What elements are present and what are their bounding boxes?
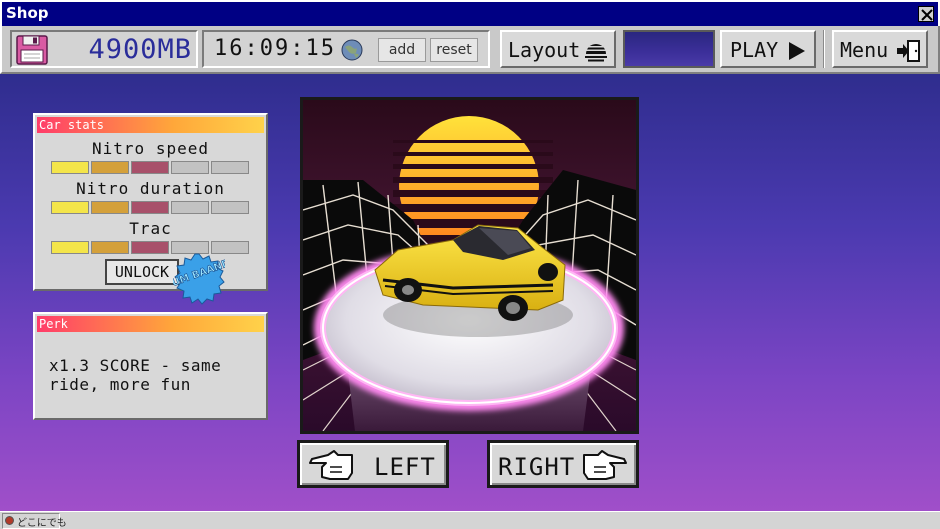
car-stats-panel: Car stats Nitro speed Nitro duration Tra…: [33, 113, 268, 305]
car-preview-scene: [303, 100, 636, 431]
menu-button[interactable]: Menu: [832, 30, 928, 68]
menu-button-label: Menu: [840, 38, 889, 62]
color-swatch[interactable]: [623, 30, 715, 68]
perk-description: x1.3 SCORE - same ride, more fun: [49, 356, 222, 394]
perk-panel: Perk x1.3 SCORE - same ride, more fun: [33, 312, 268, 420]
car-preview-viewport[interactable]: [300, 97, 639, 434]
close-icon: [921, 9, 933, 21]
stat-segment: [131, 241, 169, 254]
stat-segment: [211, 161, 249, 174]
exit-door-icon: [897, 40, 920, 62]
window-titlebar: Shop: [0, 0, 940, 26]
window-title: Shop: [6, 4, 49, 22]
stat-bar-nitro-duration: [51, 201, 251, 214]
stat-segment: [91, 201, 129, 214]
stat-label-trac: Trac: [129, 219, 172, 238]
status-text: どこにでも: [17, 518, 67, 529]
left-button-label: LEFT: [374, 453, 436, 481]
status-indicator-icon: [5, 516, 14, 525]
toolbar: 4900MB 16:09:15 add reset Layout PLAY Me…: [0, 26, 940, 74]
hand-pointing-left-icon: [309, 450, 353, 480]
layout-button[interactable]: Layout: [500, 30, 616, 68]
hand-pointing-right-icon: [583, 450, 627, 480]
clock-time: 16:09:15: [214, 36, 336, 61]
storage-display: 4900MB: [10, 30, 198, 68]
stat-segment: [91, 241, 129, 254]
stat-segment: [51, 161, 89, 174]
sticker-badge[interactable]: BUM BAAND: [173, 253, 225, 305]
right-button-label: RIGHT: [498, 453, 576, 481]
stat-segment: [171, 161, 209, 174]
floppy-disk-icon: [16, 35, 48, 65]
globe-icon: [341, 39, 363, 61]
clock-display: 16:09:15 add reset: [202, 30, 490, 68]
stat-segment: [51, 241, 89, 254]
status-bar: どこにでも: [0, 511, 940, 529]
perk-title: Perk: [37, 316, 264, 332]
sunset-icon: [585, 44, 607, 62]
toolbar-separator: [823, 30, 825, 68]
add-button[interactable]: add: [378, 38, 426, 62]
storage-value: 4900MB: [88, 34, 192, 65]
layout-button-label: Layout: [508, 38, 581, 62]
stat-segment: [211, 201, 249, 214]
reset-button[interactable]: reset: [430, 38, 478, 62]
play-button-label: PLAY: [730, 38, 779, 62]
stat-label-nitro-duration: Nitro duration: [76, 179, 225, 198]
right-button[interactable]: RIGHT: [487, 440, 639, 488]
play-icon: [789, 42, 805, 60]
stat-label-nitro-speed: Nitro speed: [92, 139, 209, 158]
left-button[interactable]: LEFT: [297, 440, 449, 488]
stat-segment: [171, 201, 209, 214]
play-button[interactable]: PLAY: [720, 30, 816, 68]
close-button[interactable]: [918, 6, 934, 22]
unlock-button[interactable]: UNLOCK: [105, 259, 179, 285]
stat-segment: [51, 201, 89, 214]
car-stats-title: Car stats: [37, 117, 264, 133]
stat-segment: [91, 161, 129, 174]
stat-segment: [131, 201, 169, 214]
stat-segment: [131, 161, 169, 174]
stat-bar-nitro-speed: [51, 161, 251, 174]
